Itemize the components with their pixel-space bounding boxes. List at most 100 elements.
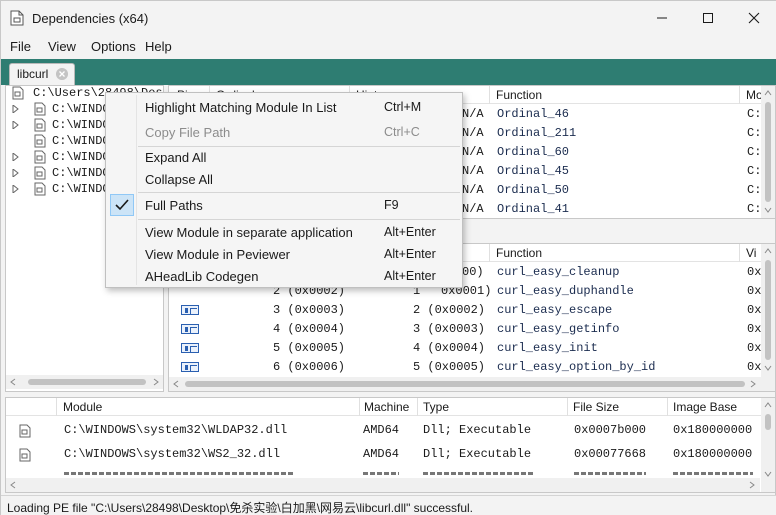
tree-item-label: C:\WINDO — [52, 150, 110, 164]
col-virtual-address[interactable]: Vi — [746, 246, 756, 260]
module-cell: C: — [747, 145, 762, 159]
module-cell: C: — [747, 126, 762, 140]
table-row[interactable]: 5 (0x0005) 4 (0x0004) curl_easy_init 0x — [169, 339, 761, 358]
file-icon — [34, 102, 46, 116]
scroll-left-icon[interactable] — [9, 481, 17, 489]
tree-horizontal-scrollbar[interactable] — [6, 375, 163, 389]
context-menu: Highlight Matching Module In List Ctrl+M… — [105, 92, 463, 288]
scroll-thumb[interactable] — [185, 381, 745, 387]
status-text: Loading PE file "C:\Users\28498\Desktop\… — [7, 501, 474, 515]
size-cell: 0x00077668 — [574, 447, 647, 461]
tree-item-label: C:\WINDO — [52, 134, 110, 148]
tab-close-icon[interactable] — [56, 68, 68, 80]
document-tab-strip: libcurl — [1, 59, 776, 85]
table-row[interactable]: C:\WINDOWS\system32\WS2_32.dll AMD64 Dll… — [6, 444, 758, 468]
menu-item-view-module-separate-app[interactable]: View Module in separate application Alt+… — [108, 221, 460, 243]
ordinal-cell: 5 (0x0005) — [273, 341, 346, 355]
table-row[interactable]: 3 (0x0003) 2 (0x0002) curl_easy_escape 0… — [169, 301, 761, 320]
menu-item-aheadlib-codegen[interactable]: AHeadLib Codegen Alt+Enter — [108, 265, 460, 287]
hint-cell: N/A — [462, 145, 484, 159]
function-cell: curl_easy_escape — [497, 303, 613, 317]
tab-libcurl[interactable]: libcurl — [9, 63, 75, 85]
checkmark-icon — [115, 199, 129, 211]
scroll-down-icon[interactable] — [764, 364, 772, 372]
menu-options[interactable]: Options — [91, 39, 136, 54]
hint-cell: N/A — [462, 107, 484, 121]
scroll-left-icon[interactable] — [9, 378, 17, 386]
hint-cell: 4 (0x0004) — [413, 341, 486, 355]
chevron-right-icon — [12, 153, 19, 161]
table-row[interactable]: C:\WINDOWS\system32\WLDAP32.dll AMD64 Dl… — [6, 420, 758, 444]
maximize-icon — [703, 13, 713, 23]
export-function-icon — [181, 362, 199, 372]
table-row-clipped — [6, 470, 758, 476]
maximize-button[interactable] — [685, 1, 731, 35]
menu-item-expand-all[interactable]: Expand All — [108, 146, 460, 168]
table-row[interactable]: 6 (0x0006) 5 (0x0005) curl_easy_option_b… — [169, 358, 762, 377]
minimize-button[interactable] — [639, 1, 685, 35]
machine-cell: AMD64 — [363, 447, 400, 461]
scroll-left-icon[interactable] — [172, 380, 180, 388]
scroll-right-icon[interactable] — [748, 481, 756, 489]
menu-bar: File View Options Help — [1, 35, 776, 59]
col-image-base[interactable]: Image Base — [673, 400, 737, 414]
function-cell: Ordinal_41 — [497, 202, 570, 216]
status-bar: Loading PE file "C:\Users\28498\Desktop\… — [1, 495, 776, 515]
function-cell: Ordinal_211 — [497, 126, 577, 140]
close-button[interactable] — [731, 1, 776, 35]
table-row[interactable]: 4 (0x0004) 3 (0x0003) curl_easy_getinfo … — [169, 320, 762, 339]
hint-cell: N/A — [462, 126, 484, 140]
va-cell: 0x — [747, 360, 762, 374]
menu-item-copy-file-path[interactable]: Copy File Path Ctrl+C — [108, 121, 460, 143]
col-module[interactable]: Module — [63, 400, 102, 414]
exports-vertical-scrollbar[interactable] — [761, 244, 775, 377]
module-cell: C: — [747, 107, 762, 121]
scroll-thumb[interactable] — [765, 414, 771, 430]
function-cell: curl_easy_option_by_id — [497, 360, 656, 374]
col-function[interactable]: Function — [496, 88, 542, 102]
menu-view[interactable]: View — [48, 39, 76, 54]
function-cell: curl_easy_duphandle — [497, 284, 634, 298]
scroll-up-icon[interactable] — [764, 89, 772, 97]
menu-help[interactable]: Help — [145, 39, 172, 54]
menu-file[interactable]: File — [10, 39, 31, 54]
file-icon — [34, 118, 46, 132]
hint-cell: 5 (0x0005) — [413, 360, 486, 374]
menu-item-full-paths[interactable]: Full Paths F9 — [108, 194, 460, 216]
menu-item-view-module-peviewer[interactable]: View Module in Peviewer Alt+Enter — [108, 243, 460, 265]
file-icon — [34, 134, 46, 148]
scroll-down-icon[interactable] — [764, 470, 772, 478]
scroll-thumb[interactable] — [765, 260, 771, 360]
hint-cell: N/A — [462, 183, 484, 197]
size-cell: 0x0007b000 — [574, 423, 647, 437]
scroll-up-icon[interactable] — [764, 401, 772, 409]
va-cell: 0x — [747, 322, 762, 336]
imports-vertical-scrollbar[interactable] — [761, 86, 775, 218]
minimize-icon — [657, 17, 667, 19]
module-cell: C: — [747, 164, 762, 178]
scroll-up-icon[interactable] — [764, 247, 772, 255]
hint-cell: 3 (0x0003) — [413, 322, 486, 336]
scroll-thumb[interactable] — [765, 102, 771, 202]
exports-horizontal-scrollbar[interactable] — [169, 377, 775, 391]
hint-cell: 2 (0x0002) — [413, 303, 486, 317]
scroll-down-icon[interactable] — [764, 206, 772, 214]
col-function[interactable]: Function — [496, 246, 542, 260]
scroll-right-icon[interactable] — [749, 380, 757, 388]
menu-item-collapse-all[interactable]: Collapse All — [108, 168, 460, 190]
file-icon — [34, 182, 46, 196]
title-bar[interactable]: Dependencies (x64) — [1, 1, 776, 35]
module-cell: C: — [747, 183, 762, 197]
col-machine[interactable]: Machine — [364, 400, 409, 414]
app-icon — [10, 10, 24, 26]
scroll-right-icon[interactable] — [152, 378, 160, 386]
modules-vertical-scrollbar[interactable] — [761, 398, 775, 492]
chevron-right-icon — [12, 169, 19, 177]
col-type[interactable]: Type — [423, 400, 449, 414]
modules-horizontal-scrollbar[interactable] — [6, 478, 760, 492]
file-icon — [12, 86, 24, 100]
scroll-thumb[interactable] — [28, 379, 146, 385]
col-file-size[interactable]: File Size — [573, 400, 619, 414]
menu-item-highlight-matching-module[interactable]: Highlight Matching Module In List Ctrl+M — [108, 96, 460, 118]
ordinal-cell: 3 (0x0003) — [273, 303, 346, 317]
